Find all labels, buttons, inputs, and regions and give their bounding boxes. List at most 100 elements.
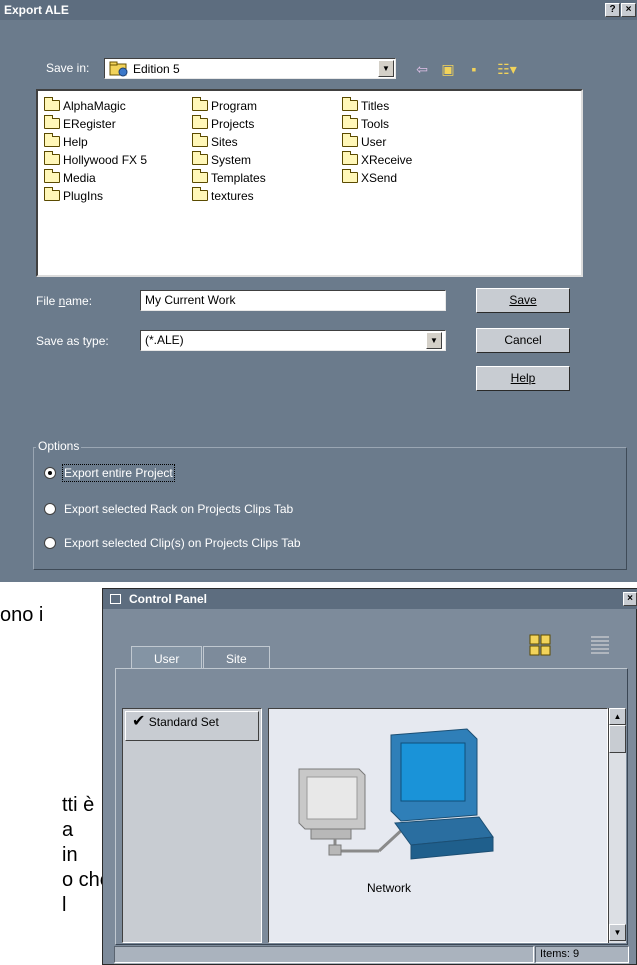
folder-label: Sites [211,135,238,149]
folder-icon [342,115,358,129]
folder-icon [342,97,358,111]
status-cell [114,946,534,963]
option-label: Export entire Project [62,464,175,482]
folder-label: Tools [361,117,390,131]
folder-icon [342,169,358,183]
folder-label: Help [63,135,88,149]
folder-item[interactable]: ERegister [44,115,147,133]
save-in-value: Edition 5 [133,62,180,76]
window-menu-icon[interactable] [110,594,121,604]
folder-item[interactable]: System [192,151,266,169]
folder-label: XSend [361,171,398,185]
folder-item[interactable]: Hollywood FX 5 [44,151,147,169]
folder-icon [342,151,358,165]
dialog-title: Export ALE [0,0,637,20]
option-label: Export selected Clip(s) on Projects Clip… [64,536,301,550]
set-list[interactable]: ✔ Standard Set [122,708,262,943]
folder-item[interactable]: XSend [342,169,412,187]
folder-item[interactable]: PlugIns [44,187,147,205]
cancel-button[interactable]: Cancel [476,328,570,353]
close-icon[interactable]: × [623,592,637,606]
radio-selected-icon[interactable] [44,467,56,479]
file-name-label: File name: [36,294,93,308]
save-in-dropdown[interactable]: Edition 5 ▼ [104,58,396,79]
folder-item[interactable]: Titles [342,97,412,115]
help-button[interactable]: Help [476,366,570,391]
folder-item[interactable]: Templates [192,169,266,187]
folder-icon [192,97,208,111]
folder-item[interactable]: Media [44,169,147,187]
folder-icon [192,151,208,165]
folder-label: PlugIns [63,189,104,203]
options-title: Options [36,439,82,453]
doc-text-line: in [62,844,78,866]
option-label: Export selected Rack on Projects Clips T… [64,502,294,516]
folder-label: Templates [211,171,266,185]
folder-label: Media [63,171,96,185]
chevron-down-icon[interactable]: ▼ [426,332,442,349]
doc-text-line: a [62,819,74,841]
option-export-entire-project[interactable]: Export entire Project [44,464,175,482]
folder-item[interactable]: Help [44,133,147,151]
set-item-standard[interactable]: ✔ Standard Set [125,711,259,741]
folder-label: ERegister [63,117,116,131]
large-icons-view-icon[interactable] [529,634,551,656]
folder-item[interactable]: XReceive [342,151,412,169]
option-export-selected-rack[interactable]: Export selected Rack on Projects Clips T… [44,502,293,516]
save-as-type-select[interactable]: (*.ALE) ▼ [140,330,446,351]
up-folder-icon[interactable]: ▣ [438,60,458,78]
folder-item[interactable]: AlphaMagic [44,97,147,115]
network-label: Network [366,881,411,895]
tab-user[interactable]: User [131,646,203,668]
back-icon[interactable]: ⇦ [412,60,432,78]
file-name-input[interactable]: My Current Work [140,290,446,311]
folder-label: AlphaMagic [63,99,126,113]
close-title-button[interactable]: × [621,3,636,17]
tab-site[interactable]: Site [203,646,270,668]
status-items-count: Items: 9 [535,946,629,963]
folder-label: textures [211,189,254,203]
status-bar: Items: 9 [114,946,629,964]
network-folder-icon [109,61,128,77]
radio-icon[interactable] [44,503,56,515]
list-view-icon[interactable] [589,634,611,656]
control-panel-title: Control Panel [103,589,637,609]
file-list[interactable]: AlphaMagic ERegister Help Hollywood FX 5 Med… [36,89,583,277]
folder-icon [342,133,358,147]
folder-item[interactable]: Tools [342,115,412,133]
folder-item[interactable]: Sites [192,133,266,151]
save-in-label: Save in: [46,61,90,75]
scroll-thumb[interactable] [609,725,626,753]
save-as-type-value: (*.ALE) [145,333,184,347]
folder-icon [192,133,208,147]
vertical-scrollbar[interactable]: ▲ ▼ [608,708,626,943]
doc-text-line: tti è [62,794,95,816]
radio-icon[interactable] [44,537,56,549]
chevron-down-icon[interactable]: ▼ [378,60,394,77]
folder-icon [44,151,60,165]
save-as-type-label: Save as type: [36,334,109,348]
folder-item[interactable]: Projects [192,115,266,133]
scroll-up-icon[interactable]: ▲ [609,708,626,725]
folder-label: Titles [361,99,390,113]
scroll-down-icon[interactable]: ▼ [609,924,626,941]
folder-icon [44,115,60,129]
new-folder-icon[interactable]: ▪ [464,60,484,78]
export-dialog: Export ALE ? × Save in: Edition 5 ▼ ⇦ ▣ … [0,0,637,582]
folder-item[interactable]: User [342,133,412,151]
doc-text-line: l [62,894,67,916]
folder-label: User [361,135,387,149]
folder-icon [44,133,60,147]
save-button[interactable]: Save [476,288,570,313]
icon-area[interactable]: Network [268,708,608,943]
folder-icon [192,169,208,183]
help-title-button[interactable]: ? [605,3,620,17]
folder-label: Hollywood FX 5 [63,153,148,167]
folder-item[interactable]: Program [192,97,266,115]
folder-item[interactable]: textures [192,187,266,205]
option-export-selected-clips[interactable]: Export selected Clip(s) on Projects Clip… [44,536,301,550]
view-menu-icon[interactable]: ☷▾ [490,60,524,78]
folder-icon [44,97,60,111]
check-icon: ✔ [132,713,146,730]
network-item[interactable]: Network [269,709,609,944]
